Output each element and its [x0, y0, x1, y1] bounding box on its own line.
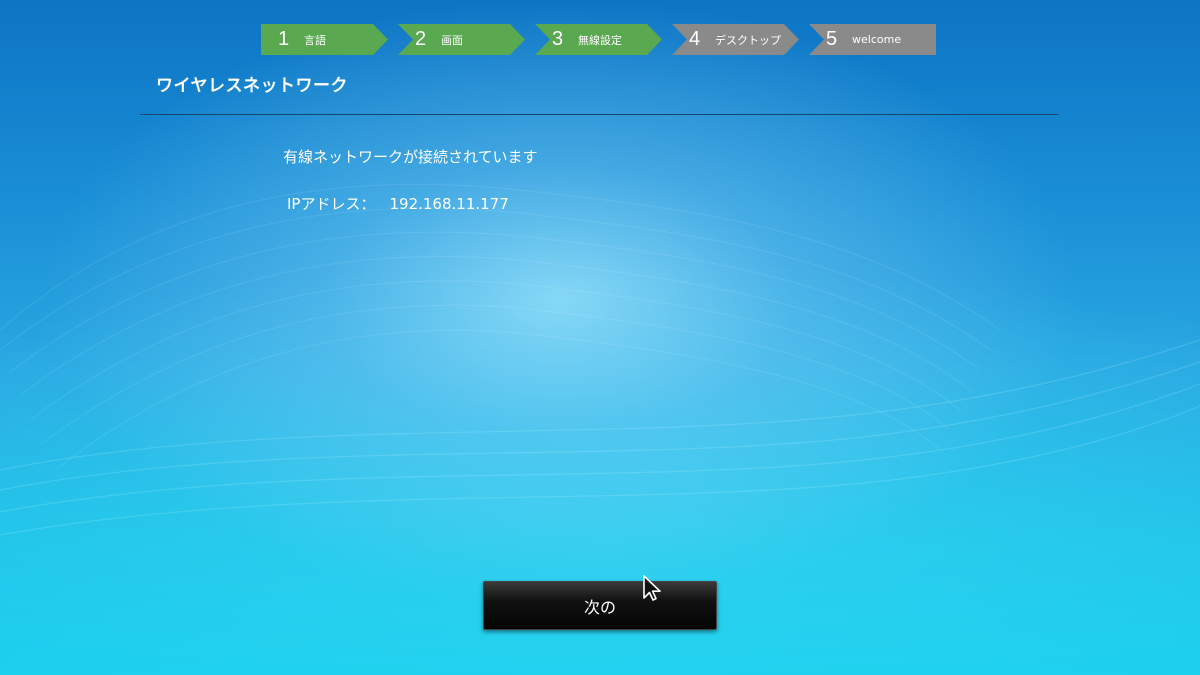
step-label: 無線設定 [578, 33, 622, 47]
step-label: デスクトップ [715, 33, 781, 47]
ip-address-row: IPアドレス： 192.168.11.177 [287, 193, 509, 214]
step-number: 4 [689, 28, 701, 50]
ip-address-value: 192.168.11.177 [389, 195, 509, 213]
page-title: ワイヤレスネットワーク [156, 76, 348, 96]
connection-status-text: 有線ネットワークが接続されています [283, 148, 538, 166]
step-label: 画面 [441, 33, 463, 47]
step-label: 言語 [304, 33, 326, 47]
step-wireless-settings: 3 無線設定 [535, 24, 662, 55]
step-desktop: 4 デスクトップ [672, 24, 799, 55]
mouse-pointer-icon [643, 575, 661, 601]
ip-address-label: IPアドレス： [287, 195, 376, 213]
step-language: 1 言語 [261, 24, 388, 55]
title-divider [140, 114, 1059, 115]
step-welcome: 5 welcome [809, 24, 936, 55]
setup-progress-steps: 1 言語 2 画面 3 無線設定 4 デスクトップ 5 welcome [261, 24, 939, 55]
step-display: 2 画面 [398, 24, 525, 55]
step-number: 1 [278, 28, 290, 50]
step-number: 5 [826, 28, 838, 50]
next-button[interactable]: 次の [483, 581, 717, 630]
step-number: 3 [552, 28, 564, 50]
step-number: 2 [415, 28, 427, 50]
background-wave-pattern [0, 183, 1200, 536]
step-label: welcome [852, 33, 902, 46]
